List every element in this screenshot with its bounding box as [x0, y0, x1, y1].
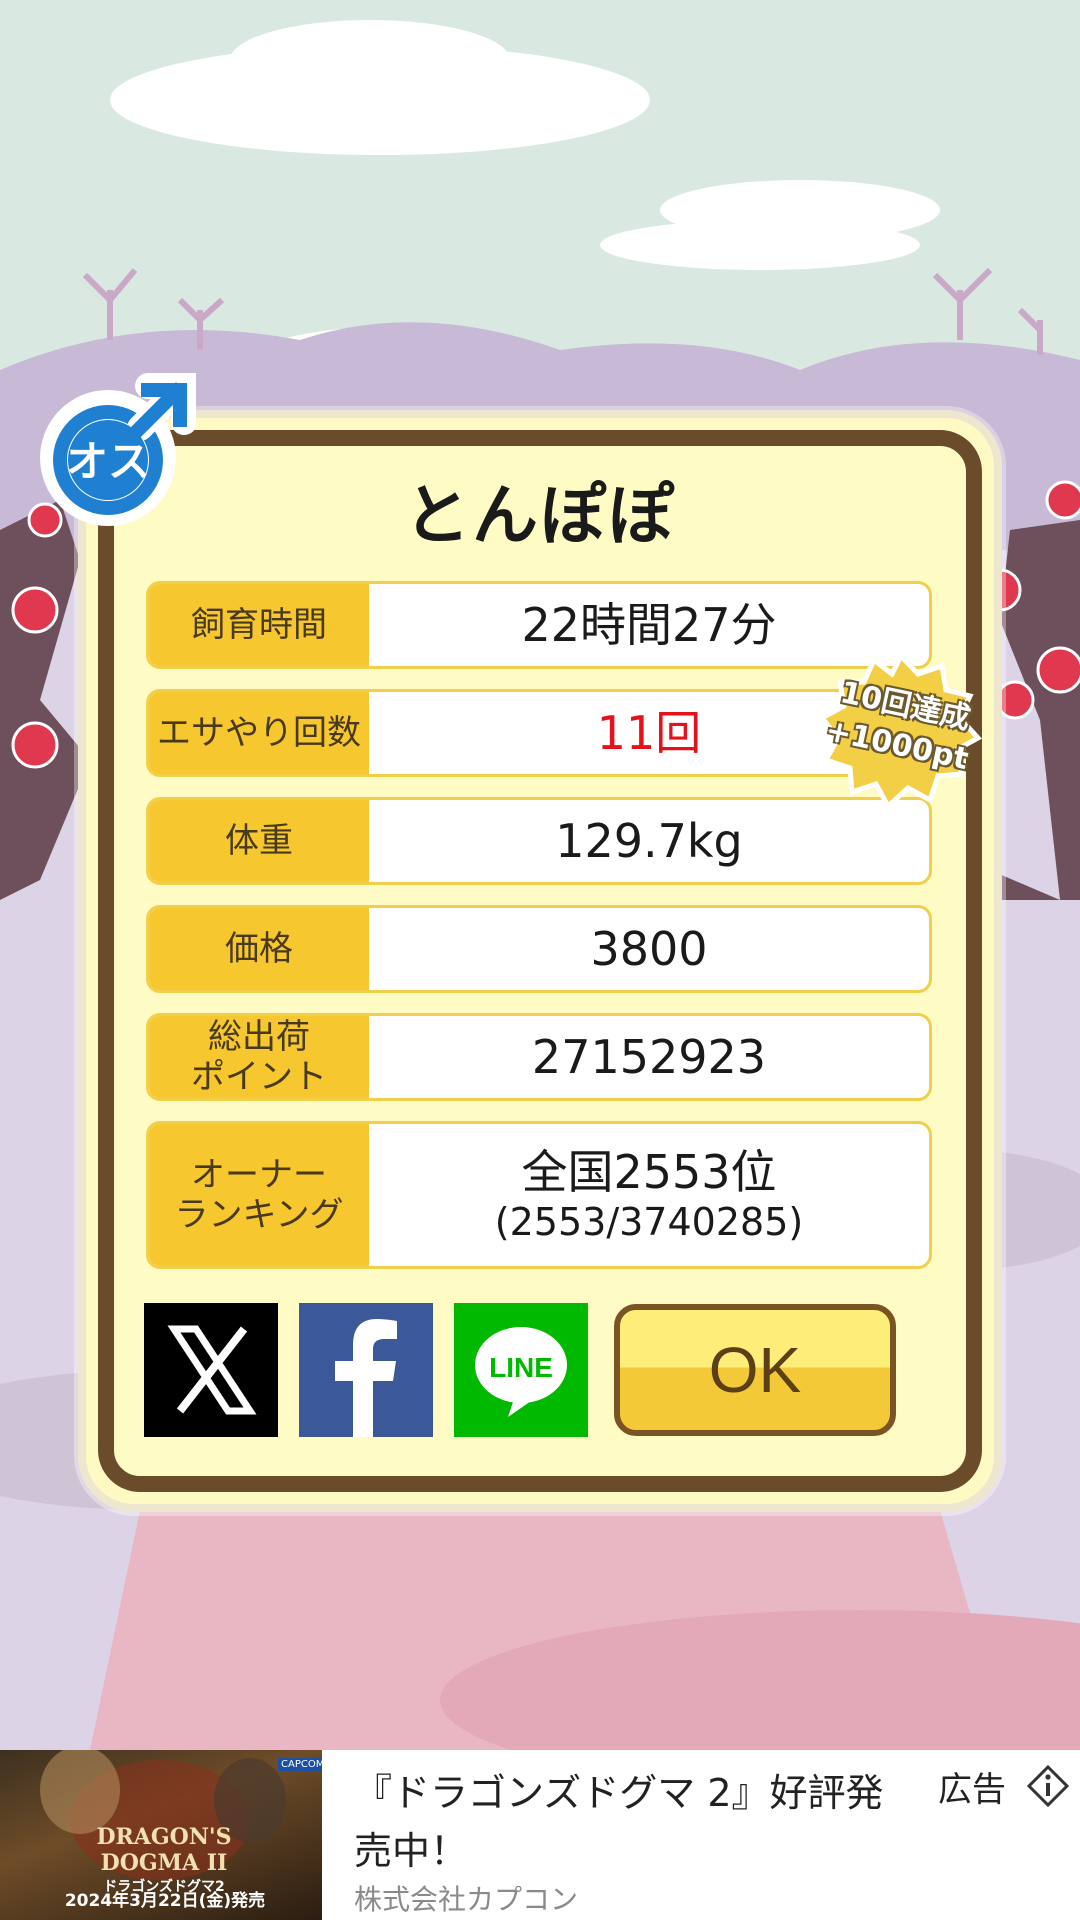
ranking-position: 全国2553位 [521, 1145, 777, 1199]
ad-advertiser[interactable]: 株式会社カプコン [354, 1878, 578, 1918]
ad-game-logo-text: DRAGON'S DOGMA II [96, 1824, 232, 1876]
stat-label: エサやり回数 [149, 692, 369, 774]
stat-row-owner-ranking: オーナー ランキング 全国2553位 (2553/3740285) [146, 1121, 932, 1269]
ranking-detail: (2553/3740285) [494, 1200, 804, 1244]
stat-label: 価格 [149, 908, 369, 990]
stat-value: 27152923 [531, 1030, 767, 1084]
stat-label: 体重 [149, 800, 369, 882]
line-logo-text: LINE [489, 1352, 553, 1383]
ad-info-icon[interactable] [1026, 1764, 1070, 1808]
stat-row-shipping-points: 総出荷 ポイント 27152923 [146, 1013, 932, 1101]
stat-label: 飼育時間 [149, 584, 369, 666]
line-logo-icon: LINE [475, 1327, 567, 1417]
share-x-button[interactable] [144, 1303, 278, 1437]
stat-label: オーナー ランキング [149, 1124, 369, 1266]
stat-value: 全国2553位 (2553/3740285) [369, 1124, 929, 1266]
ad-banner[interactable]: CAPCOM DRAGON'S DOGMA II ドラゴンズドグマ2 2024年… [0, 1750, 1080, 1920]
stat-value: 129.7kg [555, 814, 743, 868]
ok-button[interactable]: OK [614, 1304, 896, 1436]
stat-label: 総出荷 ポイント [149, 1016, 369, 1098]
share-line-button[interactable]: LINE [454, 1303, 588, 1437]
share-facebook-button[interactable] [299, 1303, 433, 1437]
ad-image[interactable]: CAPCOM DRAGON'S DOGMA II ドラゴンズドグマ2 2024年… [0, 1750, 322, 1920]
pig-name-title: とんぽぽ [404, 477, 676, 554]
ad-release-date: 2024年3月22日(金)発売 [64, 1891, 266, 1911]
stat-row-breeding-time: 飼育時間 22時間27分 [146, 581, 932, 669]
ad-title[interactable]: 『ドラゴンズドグマ 2』好評発売中！ [354, 1764, 914, 1880]
achievement-badge: 10回達成 +1000pt [818, 651, 984, 810]
ad-label: 広告 [938, 1770, 1006, 1810]
x-logo-icon [167, 1325, 257, 1415]
stat-value: 3800 [590, 922, 708, 976]
ad-brand-logo: CAPCOM [278, 1758, 322, 1771]
stat-row-weight: 体重 129.7kg [146, 797, 932, 885]
stat-row-price: 価格 3800 [146, 905, 932, 993]
facebook-logo-icon [335, 1319, 397, 1437]
